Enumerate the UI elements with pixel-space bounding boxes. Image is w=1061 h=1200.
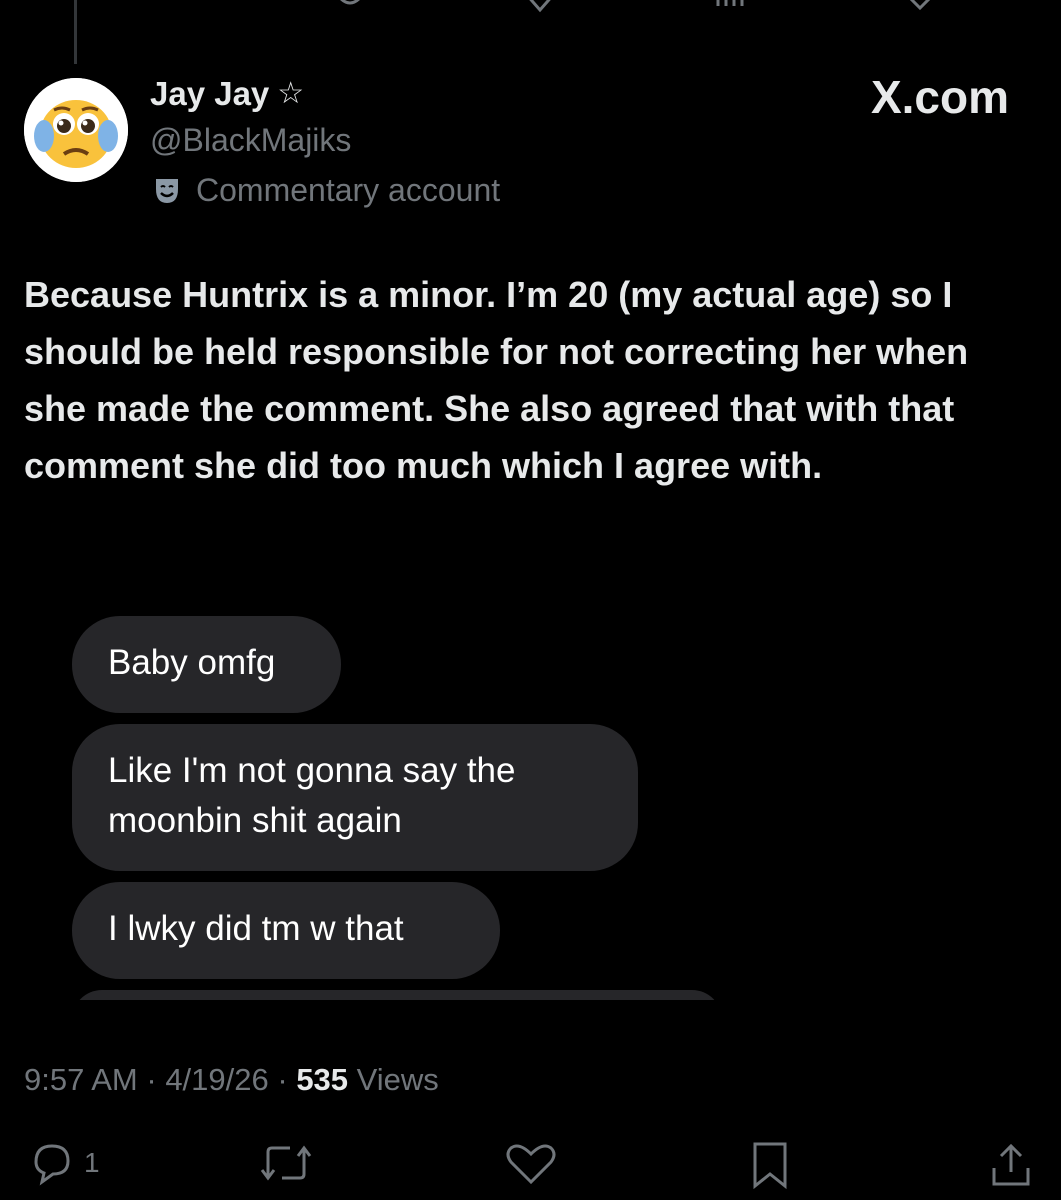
bookmark-button[interactable]: [747, 1140, 793, 1190]
tweet-time[interactable]: 9:57 AM: [24, 1062, 138, 1097]
chat-bubble: I lwky did tm w that: [72, 882, 500, 979]
like-button[interactable]: [503, 1140, 559, 1186]
display-name[interactable]: Jay Jay: [150, 72, 269, 116]
views-count: 535: [296, 1062, 349, 1097]
reply-icon-partial: [340, 0, 360, 5]
star-outline-icon: ☆: [277, 77, 305, 110]
brand-watermark: X.com: [871, 70, 1009, 124]
author-name-row[interactable]: Jay Jay ☆: [150, 72, 500, 116]
tweet-meta: 9:57 AM · 4/19/26 · 535 Views: [24, 1058, 439, 1102]
heart-icon-partial: [529, 0, 551, 13]
tweet-date[interactable]: 4/19/26: [165, 1062, 268, 1097]
author-info: Jay Jay ☆ @BlackMajiks Commentary accoun…: [150, 72, 500, 212]
reply-button[interactable]: 1: [26, 1140, 100, 1186]
chat-bubble: Like I'm not gonna say the moonbin shit …: [72, 724, 638, 871]
reply-icon: [34, 1144, 70, 1186]
brand-text: X.com: [870, 71, 1009, 123]
bookmark-icon-partial: [909, 0, 931, 11]
screenshot-attachment[interactable]: Baby omfg Like I'm not gonna say the moo…: [72, 616, 772, 1000]
chat-bubble-cut-off: [72, 990, 722, 1000]
bookmark-icon: [753, 1142, 787, 1190]
author-handle[interactable]: @BlackMajiks: [150, 118, 500, 162]
views-label: Views: [356, 1062, 439, 1097]
avatar[interactable]: [24, 78, 128, 182]
previous-post-actions: [0, 0, 1061, 20]
share-button[interactable]: [986, 1140, 1036, 1190]
tweet-text: Because Huntrix is a minor. I’m 20 (my a…: [24, 274, 969, 486]
theater-masks-icon: [156, 179, 178, 203]
heart-icon: [506, 1144, 556, 1185]
repost-icon: [260, 1145, 312, 1181]
pleading-face-emoji-icon: [24, 78, 128, 182]
meta-separator: ·: [277, 1062, 297, 1097]
account-label: Commentary account: [150, 168, 500, 212]
chat-bubble: Baby omfg: [72, 616, 341, 713]
reply-count: 1: [84, 1147, 100, 1178]
account-label-text: Commentary account: [196, 172, 501, 208]
action-bar: 1: [0, 1130, 1061, 1200]
thread-connector-line: [74, 0, 77, 64]
views-icon-partial: [716, 0, 744, 6]
repost-button[interactable]: [256, 1140, 316, 1186]
share-icon: [992, 1143, 1030, 1186]
meta-separator: ·: [146, 1062, 166, 1097]
